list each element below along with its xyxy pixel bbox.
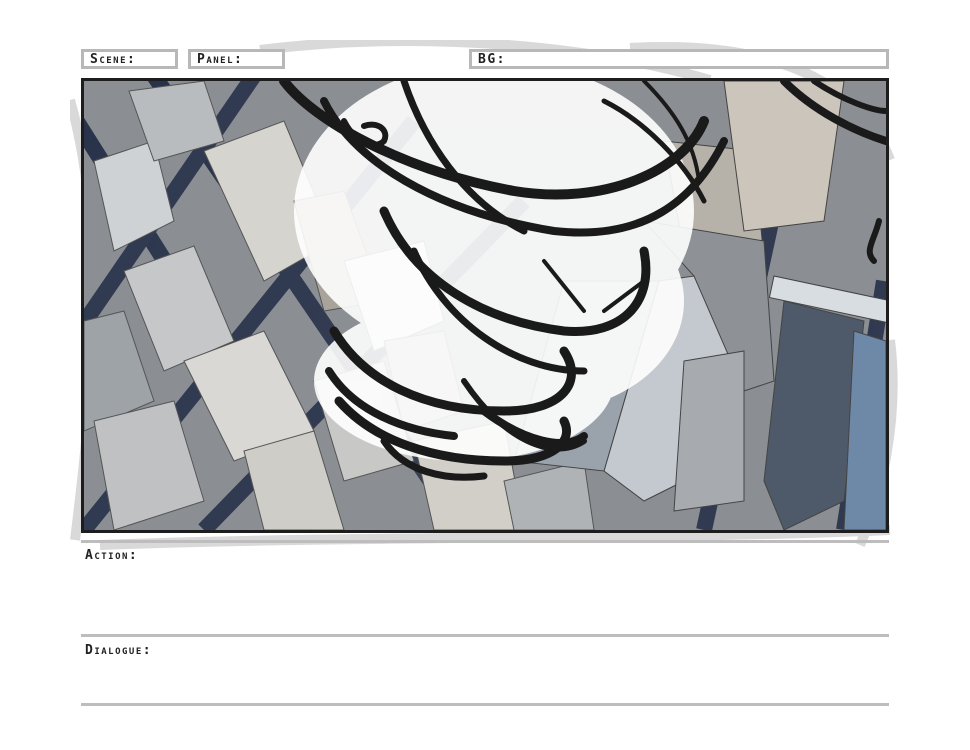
panel-label: Panel: xyxy=(197,52,244,67)
panel-field[interactable]: Panel: xyxy=(188,49,285,69)
bg-field[interactable]: BG: xyxy=(469,49,889,69)
dialogue-label: Dialogue: xyxy=(85,643,153,658)
action-label: Action: xyxy=(85,548,139,563)
bg-label: BG: xyxy=(478,52,506,67)
dialogue-divider xyxy=(81,703,889,706)
storyboard-panel-frame xyxy=(81,78,889,533)
scene-label: Scene: xyxy=(90,52,137,67)
scene-field[interactable]: Scene: xyxy=(81,49,178,69)
aerial-city-sketch xyxy=(84,81,886,530)
frame-underline xyxy=(81,540,889,543)
action-divider xyxy=(81,634,889,637)
